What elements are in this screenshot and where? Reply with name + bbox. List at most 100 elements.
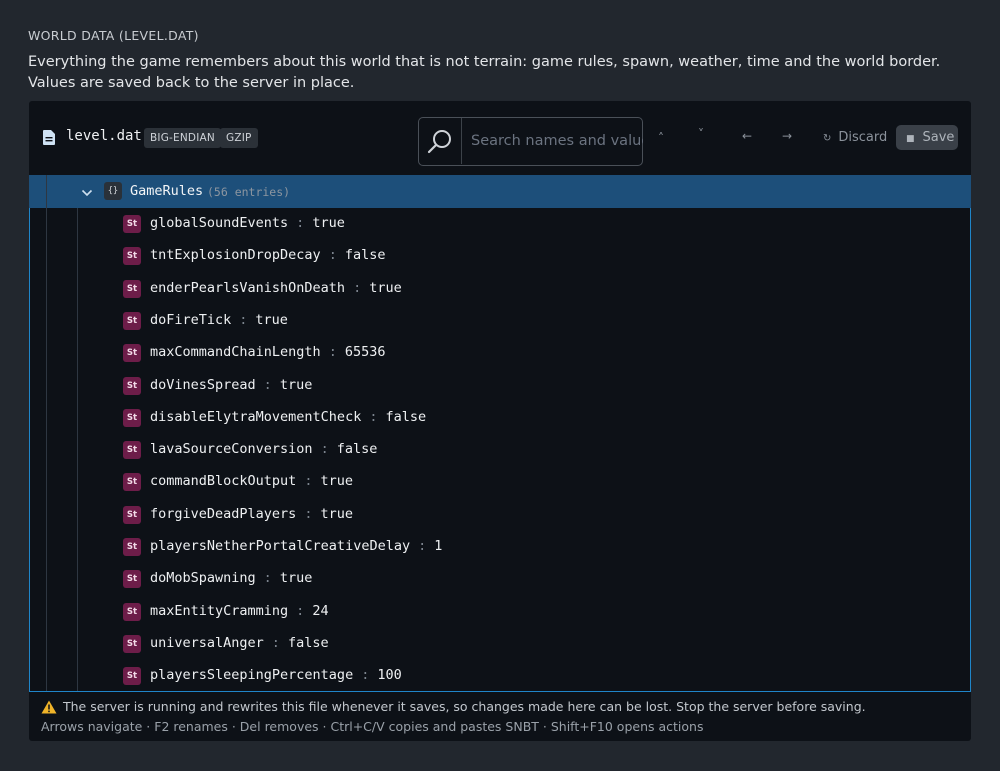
gamerule-key[interactable]: enderPearlsVanishOnDeath (150, 280, 345, 296)
back-button[interactable]: ← (742, 129, 752, 143)
gamerule-row[interactable]: St universalAnger: false (29, 628, 971, 660)
gamerule-row[interactable]: St disableElytraMovementCheck: false (29, 402, 971, 434)
gamerule-key[interactable]: forgiveDeadPlayers (150, 506, 296, 522)
gamerule-value[interactable]: true (320, 473, 353, 489)
previous-match-button[interactable]: ˄ (658, 131, 664, 145)
gamerule-row[interactable]: St globalSoundEvents: true (29, 208, 971, 240)
gamerule-key[interactable]: doMobSpawning (150, 570, 256, 586)
gamerule-value[interactable]: 1 (434, 538, 442, 554)
gamerule-value[interactable]: false (337, 441, 378, 457)
gamerule-value[interactable]: true (320, 506, 353, 522)
gamerule-entry: doVinesSpread: true (150, 377, 312, 393)
discard-button[interactable]: ↻ Discard (823, 130, 887, 145)
key-value-separator: : (271, 634, 280, 651)
key-value-separator: : (418, 538, 427, 554)
string-tag-icon: St (123, 634, 141, 653)
gamerule-entry: tntExplosionDropDecay: false (150, 247, 385, 263)
gamerule-entry: enderPearlsVanishOnDeath: true (150, 280, 402, 296)
gamerule-row[interactable]: St commandBlockOutput: true (29, 466, 971, 498)
gamerule-key[interactable]: commandBlockOutput (150, 473, 296, 489)
string-tag-icon: St (123, 667, 141, 686)
key-value-separator: : (296, 602, 305, 619)
gamerule-value[interactable]: 24 (312, 603, 328, 619)
gamerule-key[interactable]: lavaSourceConversion (150, 441, 313, 457)
gamerule-key[interactable]: globalSoundEvents (150, 215, 288, 231)
gamerule-row[interactable]: St playersSleepingPercentage:100 (29, 660, 971, 692)
file-document-icon (43, 130, 55, 149)
gamerule-entry: forgiveDeadPlayers: true (150, 506, 353, 522)
gamerule-value[interactable]: 65536 (345, 344, 386, 360)
gamerule-row[interactable]: St enderPearlsVanishOnDeath: true (29, 273, 971, 305)
next-match-button[interactable]: ˅ (698, 127, 704, 141)
gamerule-row[interactable]: St lavaSourceConversion: false (29, 434, 971, 466)
editor-footer: The server is running and rewrites this … (29, 692, 971, 741)
nbt-tree: {} GameRules (56 entries) St globalSoundE… (29, 175, 971, 692)
gamerule-row[interactable]: St forgiveDeadPlayers: true (29, 499, 971, 531)
gamerule-key[interactable]: doVinesSpread (150, 377, 256, 393)
warning-triangle-icon (41, 700, 57, 714)
gamerule-value[interactable]: true (280, 570, 313, 586)
gamerule-entry: doFireTick: true (150, 312, 288, 328)
key-value-separator: : (320, 441, 329, 458)
gamerule-row[interactable]: St doVinesSpread: true (29, 370, 971, 402)
gamerule-entry: commandBlockOutput: true (150, 473, 353, 489)
gamerule-value[interactable]: true (255, 312, 288, 328)
key-value-separator: : (263, 376, 272, 393)
string-tag-icon: St (123, 441, 141, 460)
gamerule-value[interactable]: true (369, 280, 402, 296)
string-tag-icon: St (123, 376, 141, 395)
gamerule-key[interactable]: maxEntityCramming (150, 603, 288, 619)
gamerule-entry: disableElytraMovementCheck: false (150, 409, 426, 425)
gamerule-value[interactable]: true (280, 377, 313, 393)
gamerule-row[interactable]: St doFireTick: true (29, 305, 971, 337)
gamerule-row[interactable]: St maxEntityCramming:24 (29, 596, 971, 628)
gamerule-key[interactable]: playersSleepingPercentage (150, 667, 353, 683)
gamerule-key[interactable]: maxCommandChainLength (150, 344, 321, 360)
string-tag-icon: St (123, 279, 141, 298)
endianness-badge: BIG-ENDIAN (144, 128, 221, 148)
gamerule-key[interactable]: playersNetherPortalCreativeDelay (150, 538, 410, 554)
forward-button[interactable]: → (782, 129, 792, 143)
compound-name: GameRules (130, 183, 204, 199)
key-value-separator: : (239, 311, 248, 328)
string-tag-icon: St (123, 473, 141, 492)
search-input[interactable] (463, 118, 651, 164)
key-value-separator: : (304, 505, 313, 522)
key-value-separator: : (296, 215, 305, 231)
string-tag-icon: St (123, 215, 141, 233)
gamerule-entry: universalAnger: false (150, 635, 329, 651)
gamerule-key[interactable]: disableElytraMovementCheck (150, 409, 361, 425)
warning-text: The server is running and rewrites this … (63, 699, 866, 714)
chevron-down-icon[interactable] (81, 184, 93, 203)
gamerule-entry: playersNetherPortalCreativeDelay:1 (150, 538, 442, 554)
gamerule-entry: maxEntityCramming:24 (150, 603, 329, 619)
gamerule-key[interactable]: universalAnger (150, 635, 264, 651)
gamerule-value[interactable]: true (312, 215, 345, 231)
key-value-separator: : (353, 279, 362, 296)
save-button[interactable]: ■ Save (896, 125, 958, 150)
gamerule-row[interactable]: St tntExplosionDropDecay: false (29, 240, 971, 272)
gamerule-value[interactable]: false (345, 247, 386, 263)
gamerule-row[interactable]: St maxCommandChainLength:65536 (29, 337, 971, 369)
gamerule-key[interactable]: doFireTick (150, 312, 231, 328)
compound-tag-icon: {} (104, 182, 122, 200)
gamerule-value[interactable]: false (288, 635, 329, 651)
gamerule-key[interactable]: tntExplosionDropDecay (150, 247, 321, 263)
gamerule-value[interactable]: false (385, 409, 426, 425)
compression-badge: GZIP (220, 128, 258, 148)
key-value-separator: : (263, 570, 272, 587)
gamerule-row[interactable]: St doMobSpawning: true (29, 563, 971, 595)
server-running-warning: The server is running and rewrites this … (41, 699, 866, 714)
search-icon[interactable] (419, 118, 462, 164)
key-value-separator: : (328, 247, 337, 264)
floppy-disk-icon: ■ (906, 134, 915, 144)
editor-toolbar: level.dat BIG-ENDIAN GZIP ˄ ˅ ← → ↻ Disca… (29, 101, 971, 175)
compound-row-gamerules[interactable]: {} GameRules (56 entries) (29, 175, 971, 208)
string-tag-icon: St (123, 570, 141, 589)
gamerule-row[interactable]: St playersNetherPortalCreativeDelay:1 (29, 531, 971, 563)
string-tag-icon: St (123, 247, 141, 266)
gamerule-value[interactable]: 100 (377, 667, 401, 683)
gamerule-entry: playersSleepingPercentage:100 (150, 667, 402, 683)
keyboard-shortcuts-hint: Arrows navigate · F2 renames · Del remov… (41, 719, 704, 734)
file-name: level.dat (66, 128, 142, 144)
